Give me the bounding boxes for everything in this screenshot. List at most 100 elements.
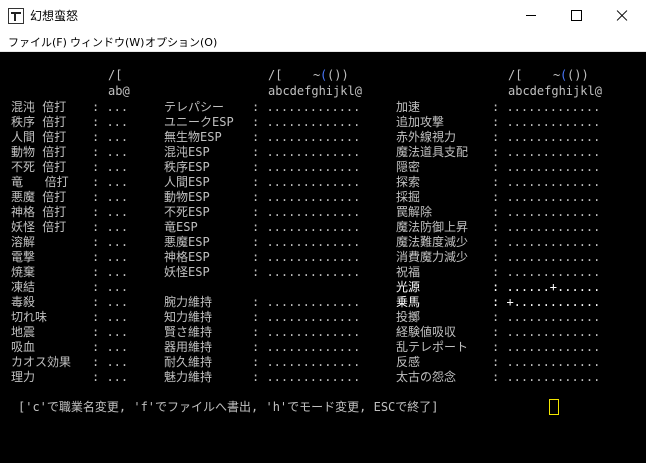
esp-row-value: : ............. (252, 265, 361, 279)
esp-row-value: : ............. (252, 355, 361, 369)
slay-row-label: 妖怪 倍打 (11, 220, 67, 234)
esp-row-value: : ............. (252, 115, 361, 129)
ability-row-label: 反感 (396, 355, 421, 369)
slay-row-label: 凍結 (11, 280, 36, 294)
slay-row-label: 神格 倍打 (11, 205, 67, 219)
ability-row-label: 乗馬 (396, 295, 421, 309)
esp-row-label: ユニークESP (164, 115, 234, 129)
slay-row-value: : ... (92, 100, 129, 114)
ability-row-label: 祝福 (396, 265, 421, 279)
esp-row-value: : ............. (252, 100, 361, 114)
ability-row-value: : ............. (492, 370, 601, 384)
ability-row-label: 加速 (396, 100, 421, 114)
col1-slot-letters: ab@ (108, 84, 130, 98)
slay-row-label: 溶解 (11, 235, 36, 249)
slay-row-value: : ... (92, 235, 129, 249)
ability-row-value: : ............. (492, 220, 601, 234)
app-window: 幻想蛮怒 ファイル(F) ウィンドウ(W) オプション(O) /[ ab@ /[… (0, 0, 646, 463)
slay-row-label: 混沌 倍打 (11, 100, 67, 114)
title-bar[interactable]: 幻想蛮怒 (0, 0, 646, 31)
ability-row-label: 赤外線視力 (396, 130, 457, 144)
command-prompt: ['c'で職業名変更, 'f'でファイルへ書出, 'h'でモード変更, ESCで… (18, 400, 439, 414)
esp-row-value: : ............. (252, 250, 361, 264)
maximize-button[interactable] (553, 0, 599, 31)
ability-row-value: : ............. (492, 175, 601, 189)
app-icon (8, 8, 24, 24)
ability-row-label: 太古の怨念 (396, 370, 457, 384)
menu-file[interactable]: ファイル(F) (8, 34, 67, 50)
esp-row-value: : ............. (252, 220, 361, 234)
ability-row-label: 魔法道具支配 (396, 145, 469, 159)
menu-window[interactable]: ウィンドウ(W) (70, 34, 144, 50)
slay-row-value: : ... (92, 205, 129, 219)
esp-row-label: 人間ESP (164, 175, 210, 189)
window-title: 幻想蛮怒 (30, 9, 79, 23)
slay-row-label: 電撃 (11, 250, 36, 264)
slay-row-label: 毒殺 (11, 295, 36, 309)
slay-row-value: : ... (92, 340, 129, 354)
slay-row-value: : ... (92, 265, 129, 279)
slay-row-label: 理力 (11, 370, 36, 384)
close-button[interactable] (599, 0, 645, 31)
terminal-area: /[ ab@ /[ ~ ( ()) abcdefghijkl@ /[ ~ ( (… (0, 52, 646, 463)
esp-row-label: 秩序ESP (164, 160, 210, 174)
ability-row-label: 乱テレポート (396, 340, 469, 354)
col3-slot-symbols-d: ()) (567, 68, 589, 82)
esp-row-value: : ............. (252, 145, 361, 159)
esp-row-label: 耐久維持 (164, 355, 213, 369)
esp-row-label: 悪魔ESP (164, 235, 210, 249)
ability-row-label: 魔法難度減少 (396, 235, 469, 249)
ability-row-value: : ............. (492, 355, 601, 369)
ability-row-label: 隠密 (396, 160, 421, 174)
ability-row-value: : ............. (492, 340, 601, 354)
ability-row-label: 罠解除 (396, 205, 433, 219)
ability-row-value: : ............. (492, 160, 601, 174)
ability-row-value: : ............. (492, 100, 601, 114)
slay-row-label: カオス効果 (11, 355, 72, 369)
slay-row-value: : ... (92, 115, 129, 129)
slay-row-label: 人間 倍打 (11, 130, 67, 144)
col3-slot-symbols-a: /[ (508, 68, 523, 82)
col1-slot-symbols: /[ (108, 68, 123, 82)
esp-row-label: 魅力維持 (164, 370, 213, 384)
slay-row-label: 地震 (11, 325, 36, 339)
ability-row-label: 追加攻撃 (396, 115, 445, 129)
slay-row-label: 動物 倍打 (11, 145, 67, 159)
esp-row-value: : ............. (252, 340, 361, 354)
slay-row-label: 切れ味 (11, 310, 48, 324)
esp-row-value: : ............. (252, 325, 361, 339)
ability-row-value: : ............. (492, 190, 601, 204)
esp-row-value: : ............. (252, 370, 361, 384)
slay-row-value: : ... (92, 175, 129, 189)
esp-row-value: : ............. (252, 310, 361, 324)
menu-option[interactable]: オプション(O) (145, 34, 217, 50)
col2-slot-symbols-d: ()) (327, 68, 349, 82)
slay-row-value: : ... (92, 220, 129, 234)
ability-row-value: : ............. (492, 130, 601, 144)
esp-row-label: 神格ESP (164, 250, 210, 264)
slay-row-value: : ... (92, 160, 129, 174)
text-cursor (549, 399, 559, 415)
ability-row-value: : ............. (492, 310, 601, 324)
slay-row-label: 焼棄 (11, 265, 36, 279)
ability-row-value: : ............. (492, 250, 601, 264)
slay-row-value: : ... (92, 130, 129, 144)
col2-slot-symbols-a: /[ (268, 68, 283, 82)
ability-row-label: 消費魔力減少 (396, 250, 469, 264)
slay-row-value: : ... (92, 355, 129, 369)
esp-row-label: テレパシー (164, 100, 225, 114)
esp-row-label: 器用維持 (164, 340, 213, 354)
slay-row-value: : ... (92, 325, 129, 339)
ability-row-label: 投擲 (396, 310, 421, 324)
slay-row-value: : ... (92, 370, 129, 384)
slay-row-label: 秩序 倍打 (11, 115, 67, 129)
esp-row-value: : ............. (252, 130, 361, 144)
slay-row-label: 竜 倍打 (11, 175, 69, 189)
esp-row-label: 混沌ESP (164, 145, 210, 159)
slay-row-label: 悪魔 倍打 (11, 190, 67, 204)
minimize-button[interactable] (508, 0, 554, 31)
esp-row-value: : ............. (252, 160, 361, 174)
esp-row-label: 賢さ維持 (164, 325, 213, 339)
esp-row-label: 妖怪ESP (164, 265, 210, 279)
slay-row-value: : ... (92, 145, 129, 159)
